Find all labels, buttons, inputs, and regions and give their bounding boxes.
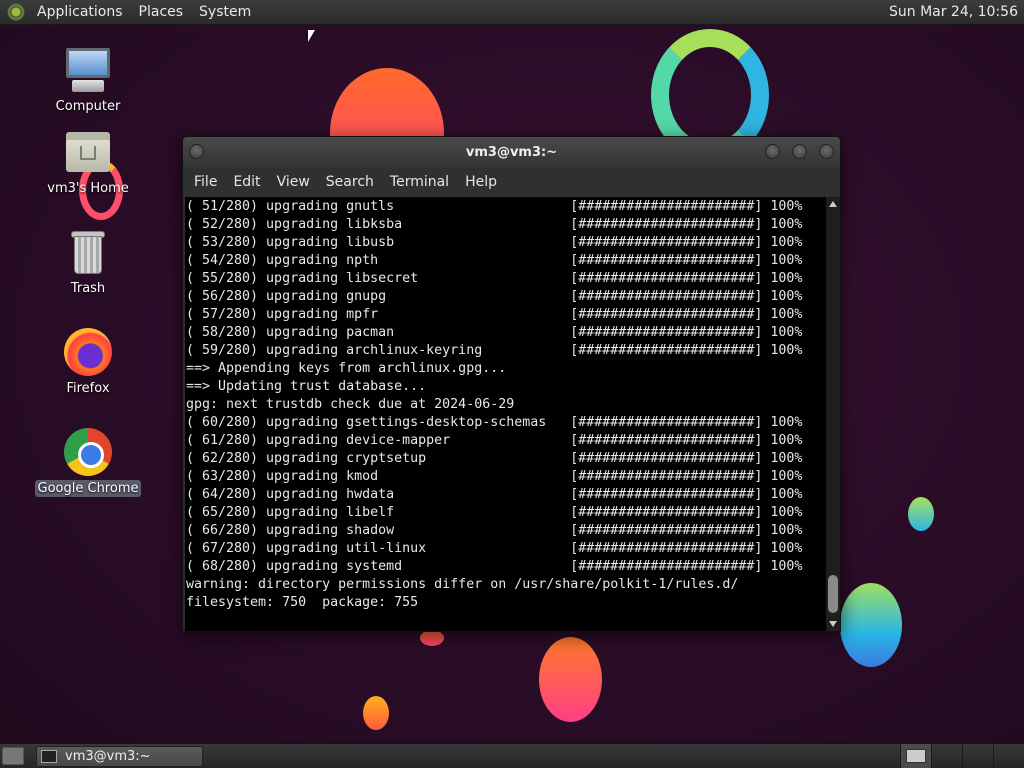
terminal-line: ( 64/280) upgrading hwdata [############…	[186, 487, 803, 502]
computer-icon	[64, 46, 112, 94]
terminal-line: ( 52/280) upgrading libksba [###########…	[186, 217, 803, 232]
terminal-line: ( 63/280) upgrading kmod [##############…	[186, 469, 803, 484]
terminal-line: ( 51/280) upgrading gnutls [############…	[186, 199, 803, 214]
terminal-line: ( 61/280) upgrading device-mapper [#####…	[186, 433, 803, 448]
show-desktop-icon[interactable]	[2, 747, 24, 765]
home-folder-icon	[64, 128, 112, 176]
desktop-icon-trash[interactable]: Trash	[33, 228, 143, 297]
scrollbar-thumb[interactable]	[828, 575, 838, 613]
bottom-panel: vm3@vm3:~	[0, 743, 1024, 768]
wallpaper-shape	[363, 696, 389, 730]
terminal-scrollbar[interactable]	[826, 197, 840, 631]
top-panel: Applications Places System Sun Mar 24, 1…	[0, 0, 1024, 25]
terminal-line: ( 57/280) upgrading mpfr [##############…	[186, 307, 803, 322]
system-menu[interactable]: System	[191, 0, 259, 25]
scroll-down-icon[interactable]	[829, 621, 837, 627]
applications-menu[interactable]: Applications	[29, 0, 131, 25]
terminal-line: ==> Appending keys from archlinux.gpg...	[186, 361, 507, 376]
desktop-icon-label: Trash	[70, 281, 106, 296]
menu-help[interactable]: Help	[457, 174, 505, 190]
desktop-icon-label: Computer	[55, 99, 121, 114]
minimize-button[interactable]	[765, 144, 780, 159]
terminal-line: ( 55/280) upgrading libsecret [#########…	[186, 271, 803, 286]
desktop-icon-label: Google Chrome	[34, 480, 142, 497]
taskbar-terminal-button[interactable]: vm3@vm3:~	[36, 745, 203, 767]
terminal-output[interactable]: ( 51/280) upgrading gnutls [############…	[185, 197, 827, 631]
workspace-3[interactable]	[962, 743, 993, 768]
desktop-icon-firefox[interactable]: Firefox	[33, 328, 143, 397]
terminal-line: ( 62/280) upgrading cryptsetup [########…	[186, 451, 803, 466]
workspace-switcher	[900, 743, 1024, 768]
desktop-icon-label: Firefox	[66, 381, 110, 396]
terminal-window[interactable]: vm3@vm3:~ File Edit View Search Terminal…	[182, 136, 841, 632]
desktop-icon-label: vm3's Home	[47, 181, 129, 196]
maximize-button[interactable]	[792, 144, 807, 159]
terminal-line: ( 66/280) upgrading shadow [############…	[186, 523, 803, 538]
terminal-line: ( 53/280) upgrading libusb [############…	[186, 235, 803, 250]
terminal-line: ( 65/280) upgrading libelf [############…	[186, 505, 803, 520]
desktop-icon-computer[interactable]: Computer	[33, 46, 143, 115]
mouse-cursor-icon	[308, 30, 315, 42]
terminal-line: ( 56/280) upgrading gnupg [#############…	[186, 289, 803, 304]
taskbar-label: vm3@vm3:~	[65, 748, 151, 764]
menu-file[interactable]: File	[186, 174, 225, 190]
desktop-icon-chrome[interactable]: Google Chrome	[33, 428, 143, 497]
scroll-up-icon[interactable]	[829, 201, 837, 207]
menu-edit[interactable]: Edit	[225, 174, 268, 190]
clock[interactable]: Sun Mar 24, 10:56	[889, 4, 1024, 20]
workspace-4[interactable]	[993, 743, 1024, 768]
window-title: vm3@vm3:~	[465, 144, 558, 160]
chrome-icon	[64, 428, 112, 476]
terminal-line: gpg: next trustdb check due at 2024-06-2…	[186, 397, 515, 412]
workspace-2[interactable]	[931, 743, 962, 768]
mate-logo-icon[interactable]	[7, 3, 25, 21]
trash-icon	[64, 228, 112, 276]
terminal-icon	[41, 749, 57, 763]
workspace-1[interactable]	[900, 743, 931, 768]
menu-search[interactable]: Search	[318, 174, 382, 190]
terminal-line: filesystem: 750 package: 755	[186, 595, 419, 610]
places-menu[interactable]: Places	[131, 0, 192, 25]
close-button[interactable]	[819, 144, 834, 159]
terminal-menubar: File Edit View Search Terminal Help	[183, 167, 840, 197]
wallpaper-shape	[420, 630, 444, 646]
firefox-icon	[64, 328, 112, 376]
wallpaper-shape	[908, 497, 934, 531]
window-titlebar[interactable]: vm3@vm3:~	[183, 137, 840, 167]
terminal-line: ( 68/280) upgrading systemd [###########…	[186, 559, 803, 574]
terminal-line: ( 54/280) upgrading npth [##############…	[186, 253, 803, 268]
menu-terminal[interactable]: Terminal	[382, 174, 457, 190]
wallpaper-shape	[539, 637, 602, 722]
terminal-line: ( 60/280) upgrading gsettings-desktop-sc…	[186, 415, 803, 430]
terminal-line: warning: directory permissions differ on…	[186, 577, 739, 592]
terminal-line: ( 58/280) upgrading pacman [############…	[186, 325, 803, 340]
terminal-line: ( 59/280) upgrading archlinux-keyring [#…	[186, 343, 803, 358]
terminal-line: ( 67/280) upgrading util-linux [########…	[186, 541, 803, 556]
window-menu-button[interactable]	[189, 144, 204, 159]
desktop-icon-home[interactable]: vm3's Home	[33, 128, 143, 197]
menu-view[interactable]: View	[269, 174, 318, 190]
wallpaper-shape	[840, 583, 902, 667]
terminal-line: ==> Updating trust database...	[186, 379, 427, 394]
